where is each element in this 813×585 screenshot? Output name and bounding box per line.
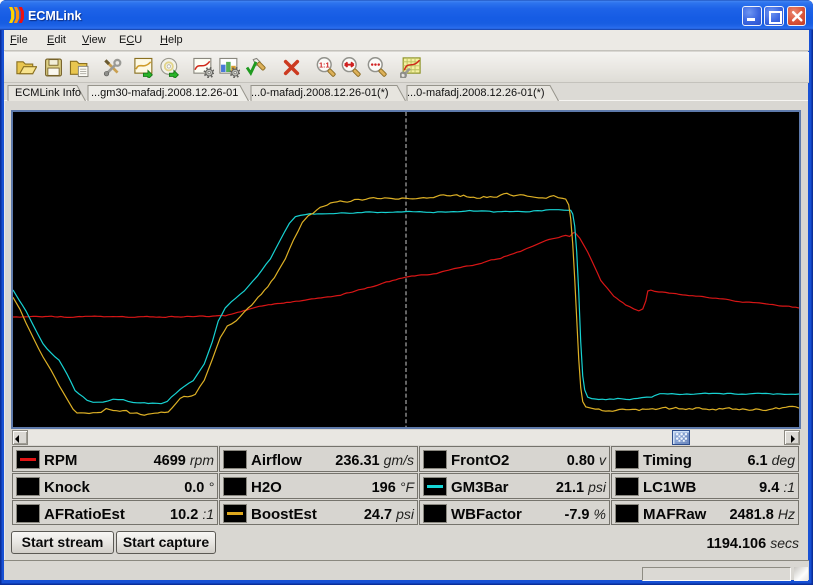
svg-text:1:1: 1:1: [319, 61, 330, 70]
